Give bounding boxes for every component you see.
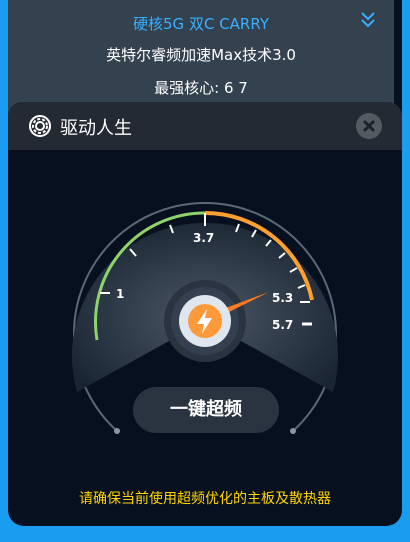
gauge-label-5-3: 5.3 <box>272 291 294 305</box>
gauge-label-1: 1 <box>116 287 125 301</box>
one-click-boost-button[interactable]: 一键超频 <box>133 387 279 433</box>
frequency-gauge <box>72 202 338 434</box>
gauge-label-5-7: 5.7 <box>272 318 294 332</box>
warning-text: 请确保当前使用超频优化的主板及散热器 <box>79 491 331 507</box>
gauge-label-3-7: 3.7 <box>193 231 215 245</box>
